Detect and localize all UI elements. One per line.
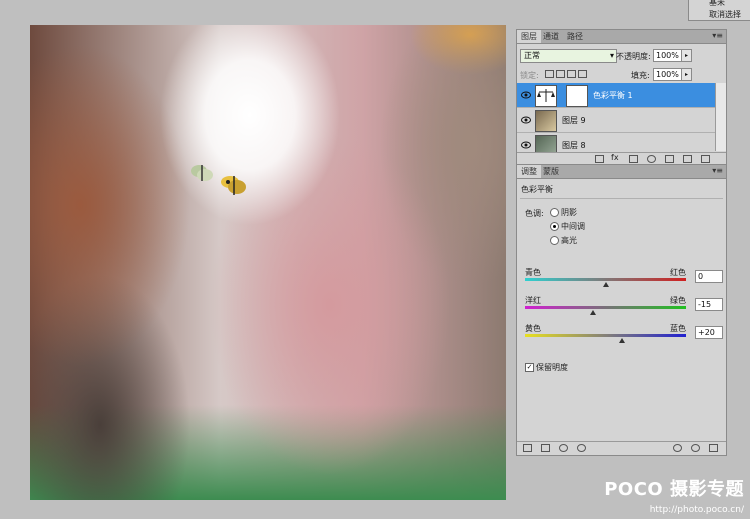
blend-mode-value: 正常 (524, 51, 540, 60)
panel-menu-icon[interactable]: ▾≡ (712, 31, 723, 40)
slider-blue-label: 蓝色 (670, 324, 686, 333)
adjustment-layer-icon[interactable] (647, 155, 656, 163)
magenta-green-slider-track[interactable] (525, 306, 686, 309)
opacity-label: 不透明度: (616, 52, 651, 61)
magenta-green-slider-handle[interactable] (590, 310, 597, 315)
lock-label: 锁定: (520, 71, 539, 80)
document-canvas[interactable] (30, 25, 506, 500)
tab-channels[interactable]: 通道 (539, 30, 563, 43)
tab-paths[interactable]: 路径 (563, 30, 587, 43)
lock-all-icon[interactable] (578, 70, 587, 78)
watermark-brand: POCO 摄影专题 (604, 479, 744, 500)
layer-mask-thumbnail[interactable] (566, 85, 588, 107)
slider-cyan-label: 青色 (525, 268, 541, 277)
layers-icon-bar: fx (517, 152, 726, 164)
tab-layers[interactable]: 图层 (517, 30, 541, 43)
fx-icon[interactable]: fx (611, 153, 619, 162)
add-mask-icon[interactable] (629, 155, 638, 163)
radio-midtones[interactable] (550, 222, 559, 231)
slider-magenta-label: 洋红 (525, 296, 541, 305)
lock-pixels-icon[interactable] (556, 70, 565, 78)
magenta-green-value-input[interactable]: -15 (695, 298, 723, 311)
layer-thumbnail (535, 135, 557, 152)
layer-name: 色彩平衡 1 (593, 91, 633, 100)
menu-item-2[interactable]: 取消选择 (709, 9, 741, 20)
layer-name: 图层 9 (562, 116, 586, 125)
yellow-blue-slider-track[interactable] (525, 334, 686, 337)
fill-arrow-icon[interactable]: ▸ (681, 68, 692, 81)
divider (520, 198, 723, 199)
slider-red-label: 红色 (670, 268, 686, 277)
slider-green-label: 绿色 (670, 296, 686, 305)
group-folder-icon[interactable] (665, 155, 674, 163)
radio-highlights[interactable] (550, 236, 559, 245)
eye-icon[interactable] (521, 141, 531, 149)
radio-shadows[interactable] (550, 208, 559, 217)
layers-panel-tabs: 图层 通道 路径 ▾≡ (517, 30, 726, 44)
eye-icon[interactable] (521, 91, 531, 99)
layer-row[interactable]: 图层 9 (517, 108, 715, 133)
eye-icon[interactable] (577, 444, 586, 452)
eye-icon[interactable] (521, 116, 531, 124)
yellow-blue-value-input[interactable]: +20 (695, 326, 723, 339)
adjustments-panel: 调整 蒙版 ▾≡ 色彩平衡 色调: 阴影 中间调 高光 青色 红色 0 洋红 绿… (516, 164, 727, 456)
cyan-red-slider-handle[interactable] (602, 282, 609, 287)
tab-masks[interactable]: 蒙版 (539, 165, 563, 178)
layer-name: 图层 8 (562, 141, 586, 150)
clip-layer-icon[interactable] (541, 444, 550, 452)
preserve-luminosity-checkbox[interactable]: ✓ (525, 363, 534, 372)
butterfly-icon (191, 165, 213, 181)
lock-transparency-icon[interactable] (545, 70, 554, 78)
back-arrow-icon[interactable] (523, 444, 532, 452)
reset-icon[interactable] (691, 444, 700, 452)
opacity-input[interactable]: 100% (653, 49, 682, 62)
fill-label: 填充: (631, 71, 650, 80)
blend-mode-select[interactable]: 正常 ▾ (520, 49, 617, 63)
link-icon[interactable] (595, 155, 604, 163)
new-layer-icon[interactable] (683, 155, 692, 163)
preserve-luminosity-label: 保留明度 (536, 363, 568, 372)
radio-highlights-label: 高光 (561, 236, 577, 245)
yellow-blue-slider-handle[interactable] (618, 338, 625, 343)
butterfly-icon (221, 176, 246, 195)
color-balance-adjustment-icon (535, 85, 557, 107)
layer-row[interactable]: 色彩平衡 1 (517, 83, 715, 108)
view-previous-icon[interactable] (673, 444, 682, 452)
opacity-arrow-icon[interactable]: ▸ (681, 49, 692, 62)
radio-shadows-label: 阴影 (561, 208, 577, 217)
menu-item-1[interactable]: 基未 (709, 0, 725, 8)
cyan-red-slider-track[interactable] (525, 278, 686, 281)
chevron-down-icon: ▾ (609, 51, 614, 60)
panel-menu-icon[interactable]: ▾≡ (712, 166, 723, 175)
watermark-url: http://photo.poco.cn/ (649, 505, 744, 515)
adjust-icon-bar (517, 441, 726, 455)
adjustment-title: 色彩平衡 (521, 185, 553, 194)
layers-scrollbar[interactable] (715, 83, 726, 151)
tab-adjustments[interactable]: 调整 (517, 165, 541, 178)
adjust-panel-tabs: 调整 蒙版 ▾≡ (517, 165, 726, 179)
layer-row[interactable]: 图层 8 (517, 133, 715, 153)
layer-thumbnail (535, 110, 557, 132)
fill-input[interactable]: 100% (653, 68, 682, 81)
trash-icon[interactable] (709, 444, 718, 452)
layers-panel: 图层 通道 路径 ▾≡ 正常 ▾ 不透明度: 100% ▸ 锁定: 填充: 10… (516, 29, 727, 165)
top-right-menu: 基未 取消选择 (688, 0, 750, 21)
lock-position-icon[interactable] (567, 70, 576, 78)
visibility-toggle-icon[interactable] (559, 444, 568, 452)
trash-icon[interactable] (701, 155, 710, 163)
lock-icons[interactable] (545, 70, 590, 79)
radio-midtones-label: 中间调 (561, 222, 585, 231)
tone-label: 色调: (525, 209, 544, 218)
cyan-red-value-input[interactable]: 0 (695, 270, 723, 283)
slider-yellow-label: 黄色 (525, 324, 541, 333)
